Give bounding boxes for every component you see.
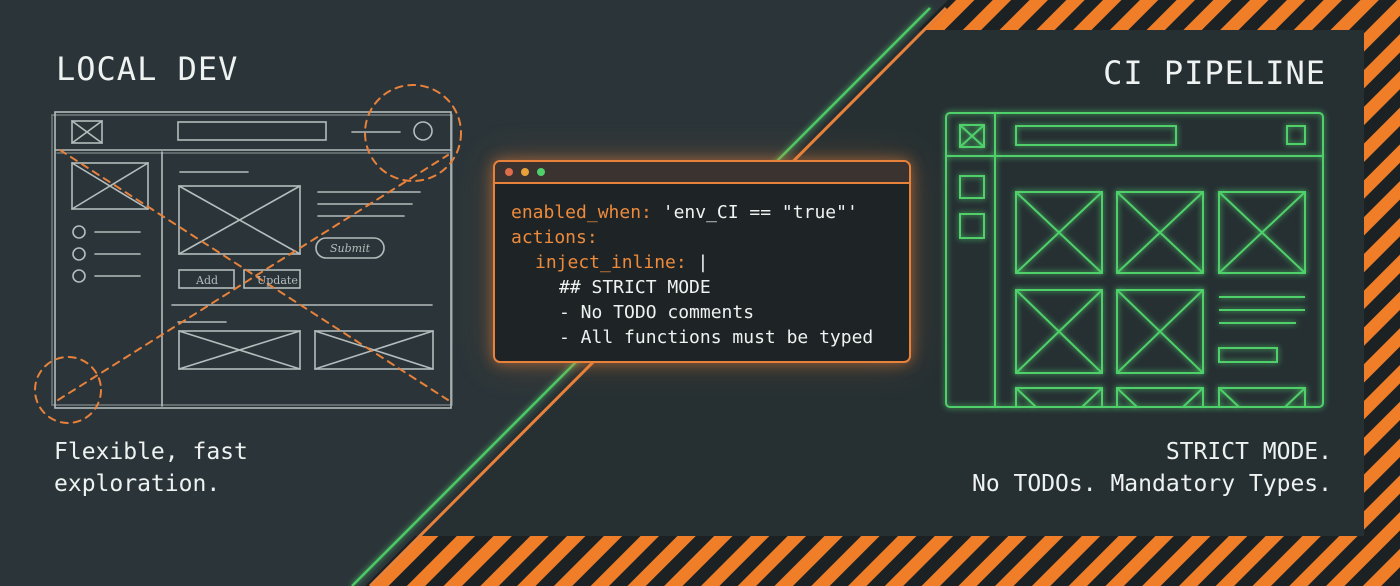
local-dev-description: Flexible, fast exploration.	[54, 436, 248, 500]
code-key: actions:	[511, 227, 598, 248]
code-key: enabled_when:	[511, 202, 652, 223]
close-dot-icon	[505, 168, 513, 176]
code-body: enabled_when: 'env_CI == "true"' actions:…	[495, 184, 909, 350]
code-window-titlebar	[495, 162, 909, 184]
code-line: actions:	[511, 225, 909, 250]
maximize-dot-icon	[537, 168, 545, 176]
code-value: |	[686, 252, 709, 273]
code-line: enabled_when: 'env_CI == "true"'	[511, 200, 909, 225]
local-dev-title: LOCAL DEV	[56, 50, 239, 88]
code-line: inject_inline: |	[511, 250, 909, 275]
code-line: ## STRICT MODE	[559, 277, 711, 298]
code-line: - No TODO comments	[559, 302, 755, 323]
local-dev-description-line: exploration.	[54, 471, 221, 497]
minimize-dot-icon	[521, 168, 529, 176]
ci-pipeline-title: CI PIPELINE	[1103, 54, 1326, 92]
ci-pipeline-description-line: STRICT MODE.	[1165, 439, 1332, 465]
ci-pipeline-description: STRICT MODE. No TODOs. Mandatory Types.	[972, 436, 1332, 500]
local-dev-description-line: Flexible, fast	[54, 439, 248, 465]
code-line: - All functions must be typed	[559, 327, 874, 348]
ci-pipeline-description-line: No TODOs. Mandatory Types.	[971, 471, 1332, 497]
code-window: enabled_when: 'env_CI == "true"' actions:…	[493, 160, 911, 363]
code-value: 'env_CI == "true"'	[651, 202, 858, 223]
code-key: inject_inline:	[535, 252, 687, 273]
